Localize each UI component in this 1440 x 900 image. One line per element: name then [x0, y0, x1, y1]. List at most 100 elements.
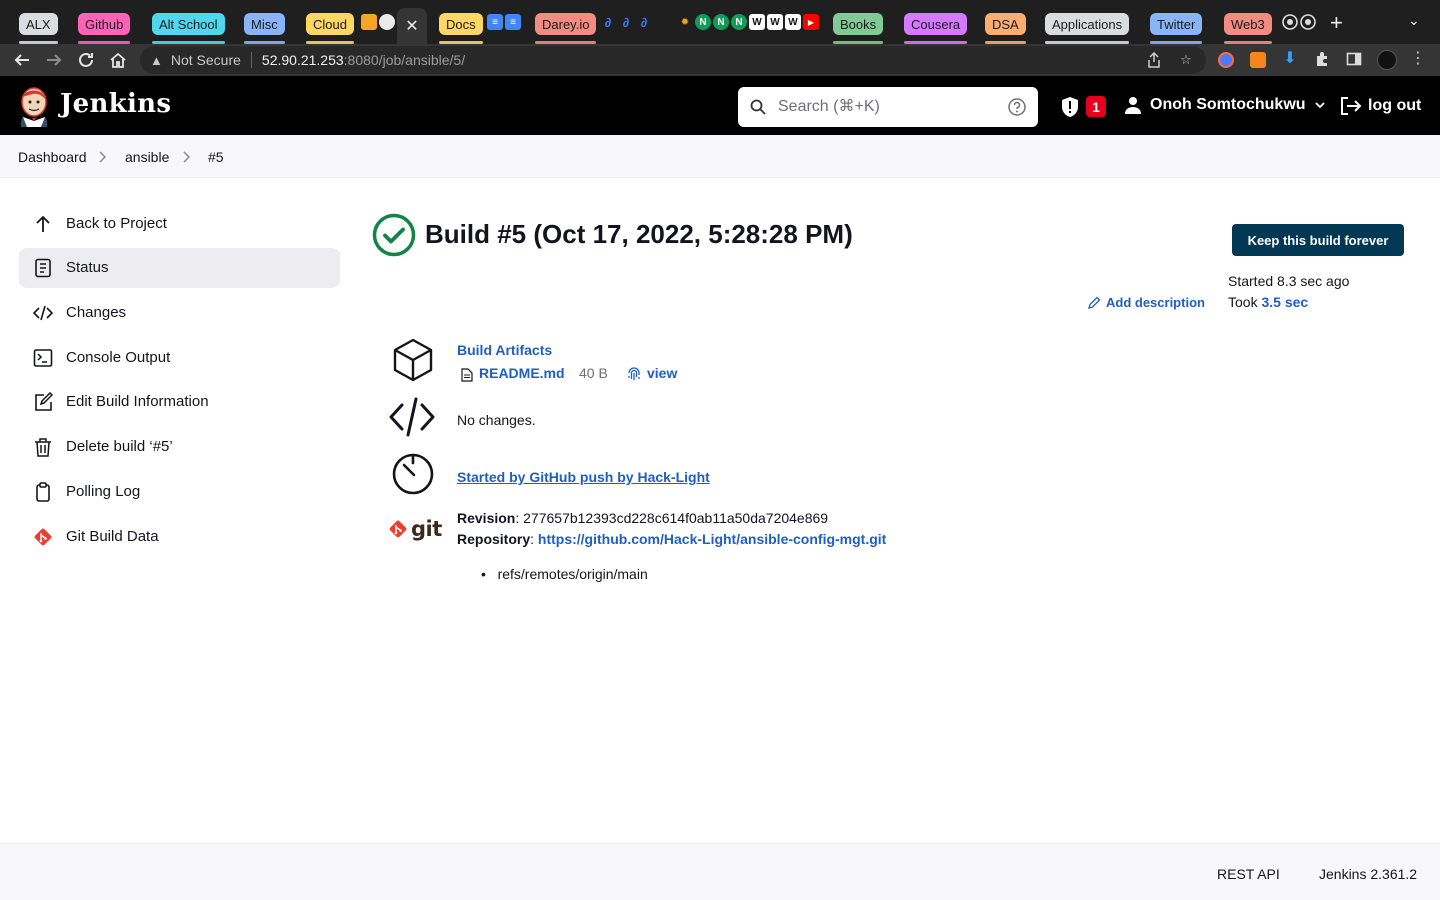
warning-triangle-icon[interactable]: ▲	[150, 53, 163, 68]
rest-api-link[interactable]: REST API	[1217, 866, 1280, 882]
darey-favicon-icon[interactable]: ∂	[618, 14, 634, 30]
breadcrumb-item-build[interactable]: #5	[208, 149, 224, 165]
side-panel-icon[interactable]	[1346, 51, 1362, 67]
sun-favicon-icon[interactable]: ✹	[677, 14, 693, 30]
aws-favicon-icon[interactable]	[361, 14, 377, 30]
no-changes-text: No changes.	[457, 412, 536, 428]
sidebar-item-label: Changes	[66, 304, 127, 321]
github-favicon-icon[interactable]	[1282, 14, 1298, 30]
tab-group-alt-school[interactable]: Alt School	[152, 13, 225, 44]
build-cause-link[interactable]: Started by GitHub push by Hack-Light	[457, 469, 710, 485]
address-bar[interactable]: ▲ Not Secure 52.90.21.253:8080/job/ansib…	[140, 46, 1206, 74]
profile-avatar[interactable]	[1377, 50, 1397, 70]
sidebar-item-back-to-project[interactable]: Back to Project	[19, 204, 340, 244]
jenkins-version-link[interactable]: Jenkins 2.361.2	[1319, 866, 1417, 882]
google-docs-favicon-icon[interactable]: ≡	[505, 14, 521, 30]
tab-group-twitter[interactable]: Twitter	[1150, 13, 1203, 44]
code-icon	[389, 397, 435, 437]
breadcrumb-item-ansible[interactable]: ansible	[125, 149, 169, 165]
build-duration-link[interactable]: 3.5 sec	[1261, 294, 1308, 310]
build-artifacts-link[interactable]: Build Artifacts	[457, 342, 552, 358]
help-icon[interactable]	[1008, 98, 1026, 116]
jenkins-logo-icon[interactable]	[18, 85, 50, 127]
wikipedia-favicon-icon[interactable]: W	[785, 14, 801, 30]
cloud-favicon-icon[interactable]	[379, 14, 395, 30]
tab-group-alx[interactable]: ALX	[19, 13, 58, 44]
tab-group-github[interactable]: Github	[78, 13, 131, 44]
n-favicon-icon[interactable]: N	[731, 14, 747, 30]
tab-group-darey[interactable]: Darey.io	[535, 13, 597, 44]
chevron-down-icon[interactable]	[1314, 99, 1326, 111]
sidebar-item-console-output[interactable]: Console Output	[19, 338, 340, 378]
sidebar-item-status[interactable]: Status	[19, 248, 340, 288]
firefox-extension-icon[interactable]	[1218, 52, 1234, 68]
sidebar-item-polling-log[interactable]: Polling Log	[19, 472, 340, 512]
wikipedia-favicon-icon[interactable]: W	[767, 14, 783, 30]
home-icon[interactable]	[108, 50, 128, 70]
keep-build-forever-button[interactable]: Keep this build forever	[1232, 224, 1404, 256]
tab-group-cousera[interactable]: Cousera	[904, 13, 968, 44]
breadcrumb: Dashboard ansible #5	[0, 135, 1440, 178]
back-arrow-icon[interactable]	[12, 50, 32, 70]
youtube-favicon-icon[interactable]: ▶	[803, 14, 819, 30]
tab-group-dsa[interactable]: DSA	[985, 13, 1026, 44]
metamask-extension-icon[interactable]	[1250, 52, 1266, 68]
new-tab-plus-icon[interactable]: +	[1330, 12, 1343, 34]
chevron-right-icon	[99, 151, 107, 163]
bullet: •	[481, 566, 498, 582]
darey-favicon-icon[interactable]: ∂	[600, 14, 616, 30]
security-shield-icon[interactable]	[1060, 96, 1080, 118]
sidebar-item-git-build-data[interactable]: Git Build Data	[19, 517, 340, 557]
logout-label[interactable]: log out	[1368, 97, 1421, 115]
tab-group-books[interactable]: Books	[833, 13, 884, 44]
forward-arrow-icon[interactable]	[44, 50, 64, 70]
github-tab-favicons	[1282, 14, 1316, 30]
fingerprint-icon[interactable]	[627, 366, 641, 381]
security-warning-badge[interactable]: 1	[1086, 96, 1106, 117]
logout-link[interactable]: log out	[1340, 96, 1421, 116]
success-check-icon	[372, 213, 416, 257]
download-icon[interactable]: ⬇	[1282, 50, 1298, 67]
active-tab-close-icon[interactable]: ✕	[397, 8, 427, 44]
reload-icon[interactable]	[76, 50, 96, 70]
build-started-time: Started 8.3 sec ago	[1228, 273, 1350, 289]
tab-group-misc[interactable]: Misc	[244, 13, 285, 44]
add-description-label[interactable]: Add description	[1106, 295, 1205, 310]
tab-group-web3[interactable]: Web3	[1224, 13, 1272, 44]
sidebar-item-label: Polling Log	[66, 483, 141, 500]
tab-search-chevron-icon[interactable]: ⌄	[1408, 12, 1420, 29]
search-box[interactable]	[738, 87, 1038, 127]
add-description-link[interactable]: Add description	[1088, 295, 1205, 310]
share-icon[interactable]	[1146, 52, 1162, 68]
arrow-up-icon	[36, 215, 50, 232]
browser-menu-icon[interactable]: ⋮	[1410, 50, 1426, 67]
jenkins-brand[interactable]: Jenkins	[60, 89, 171, 119]
n-favicon-icon[interactable]: N	[713, 14, 729, 30]
darey-favicon-icon[interactable]: ∂	[636, 14, 652, 30]
user-name[interactable]: Onoh Somtochukwu	[1150, 96, 1306, 114]
clipboard-icon	[36, 482, 50, 502]
branch-list-item: • refs/remotes/origin/main	[481, 566, 648, 582]
breadcrumb-item-dashboard[interactable]: Dashboard	[18, 149, 87, 165]
wikipedia-favicon-icon[interactable]: W	[749, 14, 765, 30]
sidebar-item-label: Back to Project	[66, 215, 167, 232]
github-favicon-icon[interactable]	[1300, 14, 1316, 30]
tab-group-docs[interactable]: Docs	[439, 13, 483, 44]
tab-group-cloud[interactable]: Cloud	[306, 13, 354, 44]
browser-toolbar: ▲ Not Secure 52.90.21.253:8080/job/ansib…	[0, 44, 1440, 76]
bookmark-star-icon[interactable]: ☆	[1178, 52, 1194, 68]
extensions-puzzle-icon[interactable]	[1314, 51, 1330, 67]
security-label[interactable]: Not Secure	[171, 52, 241, 68]
google-docs-favicon-icon[interactable]: ≡	[487, 14, 503, 30]
user-menu[interactable]: Onoh Somtochukwu	[1124, 96, 1326, 114]
search-input[interactable]	[778, 95, 998, 119]
sidebar-item-delete-build[interactable]: Delete build ‘#5’	[19, 427, 340, 467]
n-favicon-icon[interactable]: N	[695, 14, 711, 30]
artifact-file-link[interactable]: README.md	[479, 365, 565, 381]
sidebar-item-edit-build-information[interactable]: Edit Build Information	[19, 382, 340, 422]
sidebar-item-changes[interactable]: Changes	[19, 293, 340, 333]
repository-link[interactable]: https://github.com/Hack-Light/ansible-co…	[538, 531, 886, 547]
artifact-view-link[interactable]: view	[647, 365, 677, 381]
build-cause-text[interactable]: Started by GitHub push by Hack-Light	[457, 469, 710, 485]
tab-group-applications[interactable]: Applications	[1045, 13, 1130, 44]
